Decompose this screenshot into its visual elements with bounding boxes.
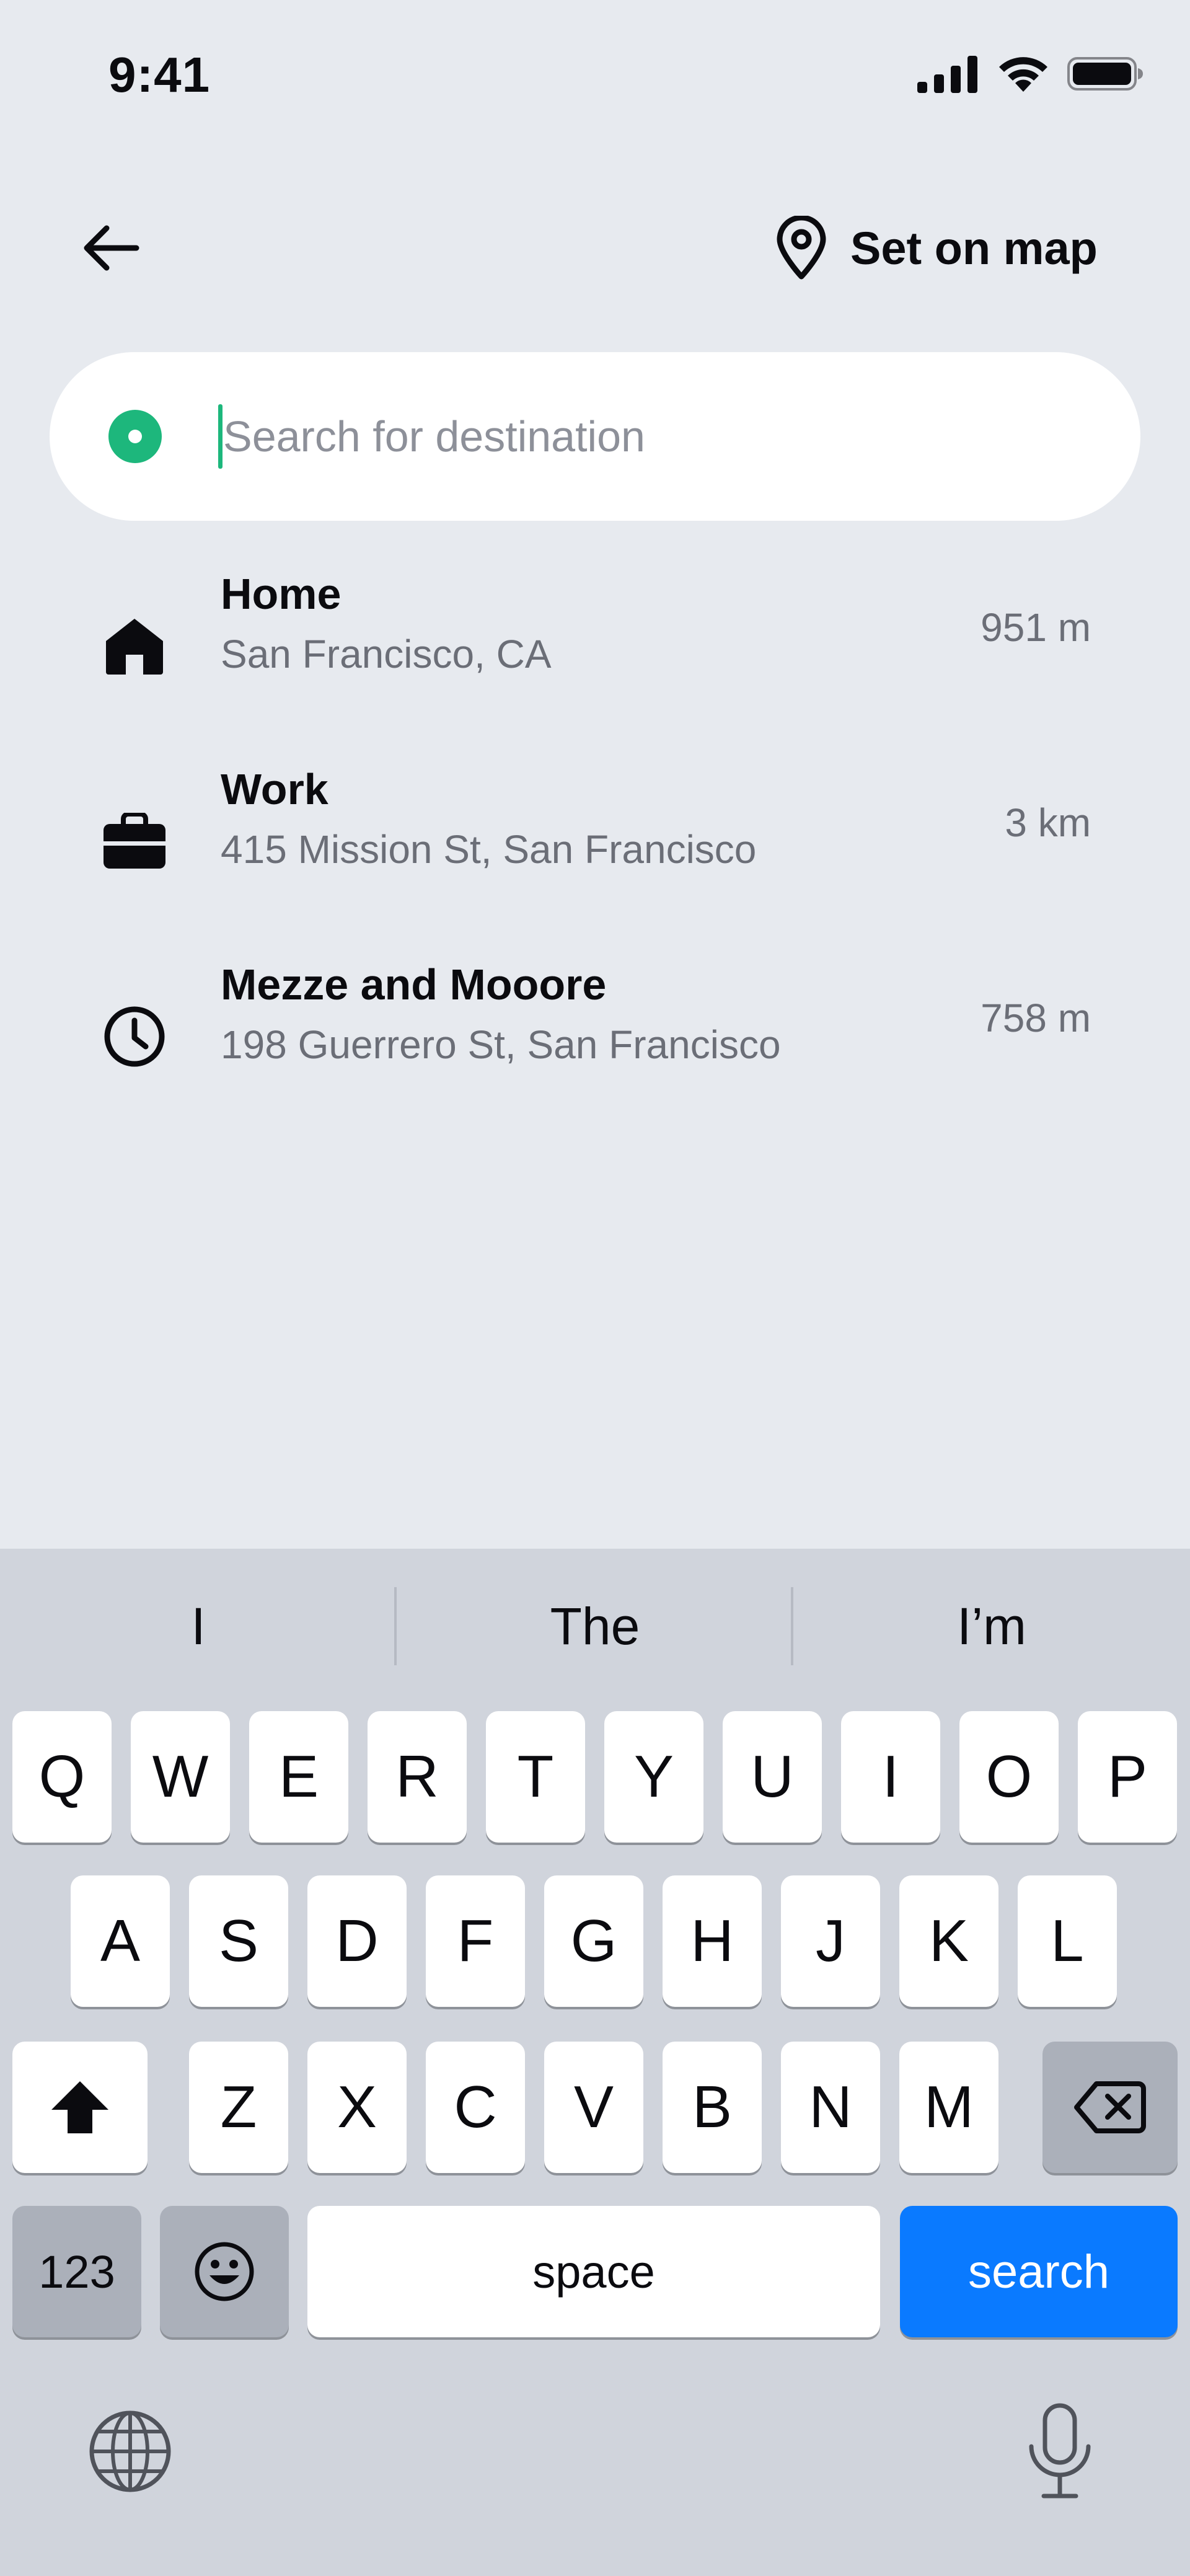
status-time: 9:41 [108,47,211,102]
key[interactable]: C [426,2042,525,2173]
shift-icon [51,2081,108,2133]
key[interactable]: R [368,1711,467,1843]
place-distance: 758 m [981,996,1091,1040]
origin-dot-icon [108,410,162,463]
destination-search-input[interactable] [221,396,1091,477]
place-item-recent[interactable]: Mezze and Mooore 198 Guerrero St, San Fr… [0,936,1190,1122]
key[interactable]: B [663,2042,762,2173]
key[interactable]: W [131,1711,230,1843]
clock-icon [93,995,176,1078]
key[interactable]: H [663,1875,762,2007]
key[interactable]: V [544,2042,643,2173]
map-pin-icon [777,216,826,280]
place-item-work[interactable]: Work 415 Mission St, San Francisco 3 km [0,741,1190,927]
home-icon [93,604,176,688]
key[interactable]: Y [604,1711,703,1843]
key[interactable]: X [307,2042,407,2173]
key[interactable]: O [959,1711,1059,1843]
key[interactable]: F [426,1875,525,2007]
briefcase-icon [93,800,176,883]
emoji-key[interactable] [160,2206,289,2337]
place-address: 198 Guerrero St, San Francisco [221,1022,781,1067]
backspace-icon [1074,2081,1146,2133]
back-button[interactable] [74,214,149,282]
delete-key[interactable] [1042,2042,1178,2173]
space-key[interactable]: space [307,2206,880,2337]
key[interactable]: G [544,1875,643,2007]
status-icons [917,55,1144,93]
arrow-left-icon [84,225,139,271]
numbers-key[interactable]: 123 [12,2206,141,2337]
place-distance: 3 km [1005,800,1091,845]
place-title: Home [221,570,342,618]
key[interactable]: L [1018,1875,1117,2007]
set-on-map-button[interactable]: Set on map [775,214,1098,282]
key[interactable]: A [71,1875,170,2007]
keyboard: I The I’m Q W E R T Y U I O P A S D F G … [0,1549,1190,2576]
shift-key[interactable] [12,2042,148,2173]
search-key[interactable]: search [900,2206,1178,2337]
key[interactable]: I [841,1711,940,1843]
place-distance: 951 m [981,605,1091,650]
key[interactable]: M [899,2042,998,2173]
place-title: Mezze and Mooore [221,960,607,1009]
place-address: 415 Mission St, San Francisco [221,827,757,872]
destination-search-box[interactable] [50,352,1140,521]
emoji-icon [195,2242,254,2301]
key[interactable]: P [1078,1711,1177,1843]
key[interactable]: T [486,1711,585,1843]
suggestion-item[interactable]: I [0,1549,397,1704]
set-on-map-label: Set on map [850,222,1098,274]
key[interactable]: S [189,1875,288,2007]
suggestion-item[interactable]: The [397,1549,793,1704]
suggestion-item[interactable]: I’m [793,1549,1190,1704]
key[interactable]: K [899,1875,998,2007]
key[interactable]: U [723,1711,822,1843]
place-title: Work [221,765,328,813]
key[interactable]: Z [189,2042,288,2173]
wifi-icon [999,57,1047,92]
suggestion-bar: I The I’m [0,1549,1190,1704]
place-item-home[interactable]: Home San Francisco, CA 951 m [0,546,1190,732]
microphone-icon[interactable] [1023,2402,1097,2501]
key[interactable]: E [249,1711,348,1843]
cellular-signal-icon [917,56,977,93]
key[interactable]: J [781,1875,880,2007]
key[interactable]: N [781,2042,880,2173]
key[interactable]: Q [12,1711,112,1843]
place-address: San Francisco, CA [221,632,552,676]
battery-icon [1067,57,1143,91]
key[interactable]: D [307,1875,407,2007]
globe-icon[interactable] [87,2408,174,2495]
